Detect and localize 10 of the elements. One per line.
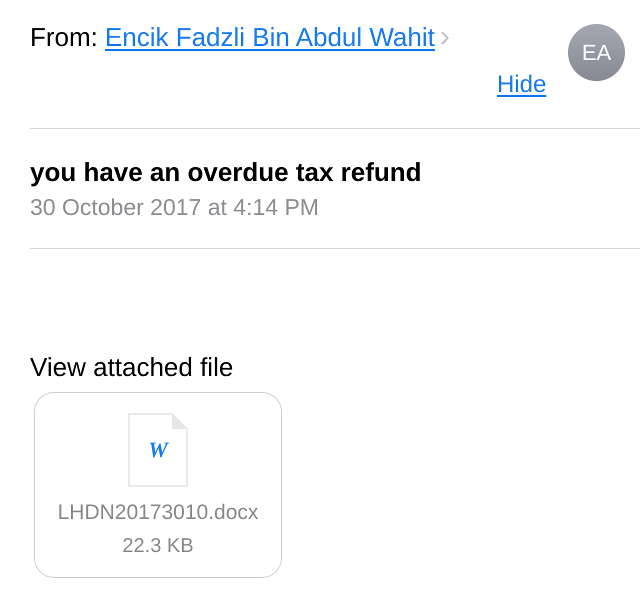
attachment-card[interactable]: W LHDN20173010.docx 22.3 KB [34,392,282,578]
document-icon: W [128,413,188,487]
from-label: From: [30,22,98,53]
hide-link[interactable]: Hide [497,71,546,99]
attachment-heading: View attached file [30,352,234,383]
chevron-icon: › [440,20,450,54]
avatar[interactable]: EA [568,24,625,81]
email-subject: you have an overdue tax refund [30,157,423,188]
sender-link[interactable]: Encik Fadzli Bin Abdul Wahit [104,22,435,53]
email-date: 30 October 2017 at 4:14 PM [30,194,320,221]
